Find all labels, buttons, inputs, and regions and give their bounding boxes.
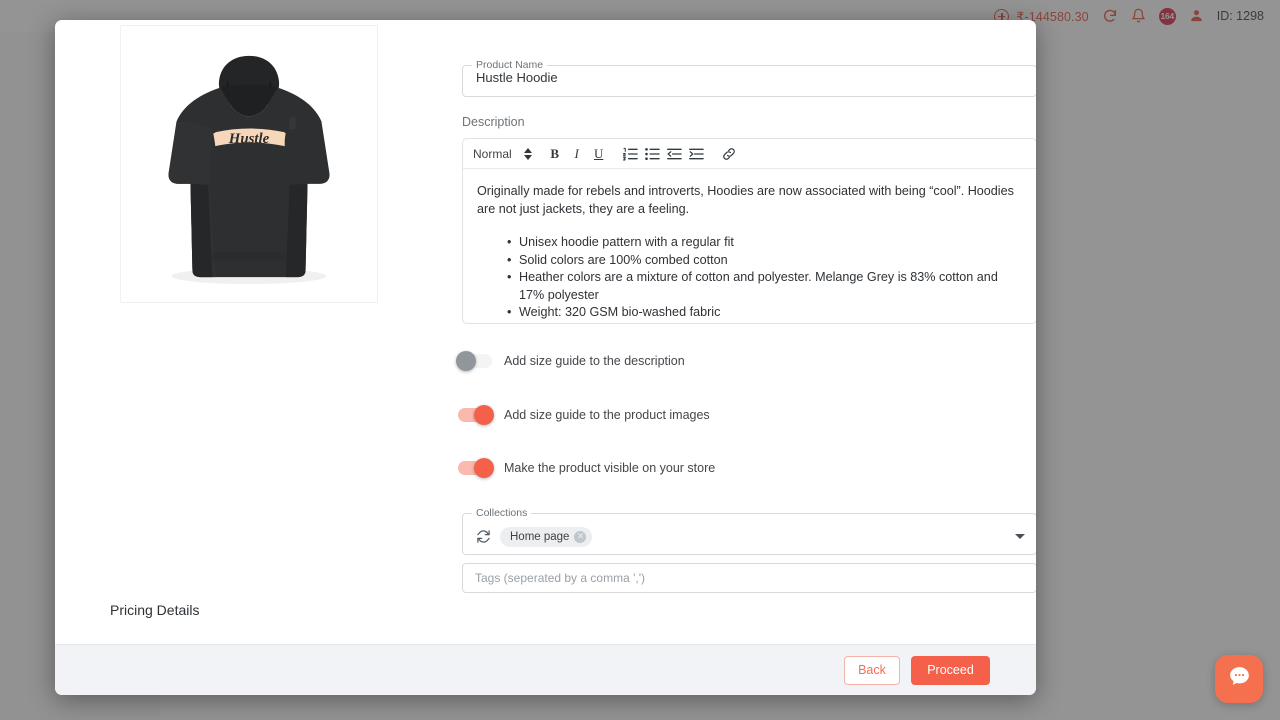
pricing-section: Pricing Details VARIANTS PRINTROVE PRICE… xyxy=(110,602,981,644)
list-item: Matching Drawstring xyxy=(507,322,1022,323)
description-label: Description xyxy=(462,115,525,129)
ordered-list-icon[interactable] xyxy=(620,143,642,165)
list-item: Weight: 320 GSM bio-washed fabric xyxy=(507,304,1022,322)
collection-chip[interactable]: Home page ✕ xyxy=(500,526,593,547)
indent-icon[interactable] xyxy=(686,143,708,165)
italic-button[interactable]: I xyxy=(566,143,588,165)
toggle-label: Add size guide to the product images xyxy=(504,408,710,422)
product-edit-modal: Hustle Product Name Hustle Hoodie Descri… xyxy=(55,20,1036,695)
editor-toolbar: Normal B I U xyxy=(463,139,1036,169)
pricing-title: Pricing Details xyxy=(110,602,200,618)
back-button[interactable]: Back xyxy=(844,655,900,685)
product-name-value[interactable]: Hustle Hoodie xyxy=(463,71,1036,96)
tags-input[interactable] xyxy=(462,563,1036,593)
chevron-updown-icon xyxy=(523,147,532,160)
toggle-size-guide-description[interactable]: Add size guide to the description xyxy=(456,351,685,371)
collection-chip-label: Home page xyxy=(510,530,570,543)
toggle-label: Make the product visible on your store xyxy=(504,461,716,475)
list-item: Heather colors are a mixture of cotton a… xyxy=(507,269,1022,304)
modal-body: Hustle Product Name Hustle Hoodie Descri… xyxy=(55,20,1036,644)
list-item: Solid colors are 100% combed cotton xyxy=(507,252,1022,270)
outdent-icon[interactable] xyxy=(664,143,686,165)
description-bullet-list: Unisex hoodie pattern with a regular fit… xyxy=(477,234,1022,323)
link-icon[interactable] xyxy=(718,143,740,165)
description-content[interactable]: Originally made for rebels and introvert… xyxy=(463,169,1036,323)
description-section: Description Normal B I U Originally made… xyxy=(462,115,1036,324)
chip-remove-icon[interactable]: ✕ xyxy=(574,530,587,543)
bullet-list-icon[interactable] xyxy=(642,143,664,165)
chat-bubble-icon xyxy=(1227,664,1252,694)
toggle-label: Add size guide to the description xyxy=(504,354,685,368)
collections-field[interactable]: Collections Home page ✕ xyxy=(462,507,1036,555)
hoodie-illustration: Hustle xyxy=(121,26,377,302)
toggle-size-guide-images[interactable]: Add size guide to the product images xyxy=(458,405,710,425)
toggle-switch[interactable] xyxy=(458,405,494,425)
format-select[interactable]: Normal xyxy=(473,147,544,161)
toggle-switch[interactable] xyxy=(456,351,492,371)
list-item: Unisex hoodie pattern with a regular fit xyxy=(507,234,1022,252)
product-image-column: Hustle xyxy=(120,25,378,303)
description-editor[interactable]: Normal B I U Originally made for rebels … xyxy=(462,138,1036,324)
description-paragraph: Originally made for rebels and introvert… xyxy=(477,184,1014,216)
chevron-down-icon[interactable] xyxy=(1015,534,1025,539)
svg-text:Hustle: Hustle xyxy=(228,131,270,147)
sync-icon[interactable] xyxy=(476,529,491,544)
collections-control[interactable]: Home page ✕ xyxy=(463,519,1036,554)
toggle-switch[interactable] xyxy=(458,458,494,478)
collections-label: Collections xyxy=(476,507,528,519)
toggle-product-visible[interactable]: Make the product visible on your store xyxy=(458,458,716,478)
bold-button[interactable]: B xyxy=(544,143,566,165)
underline-button[interactable]: U xyxy=(588,143,610,165)
proceed-button[interactable]: Proceed xyxy=(911,655,990,685)
product-name-field[interactable]: Product Name Hustle Hoodie xyxy=(462,59,1036,97)
format-select-value: Normal xyxy=(473,146,512,161)
product-image-frame[interactable]: Hustle xyxy=(120,25,378,303)
chat-widget-button[interactable] xyxy=(1215,655,1263,703)
modal-footer: Back Proceed xyxy=(55,644,1036,695)
